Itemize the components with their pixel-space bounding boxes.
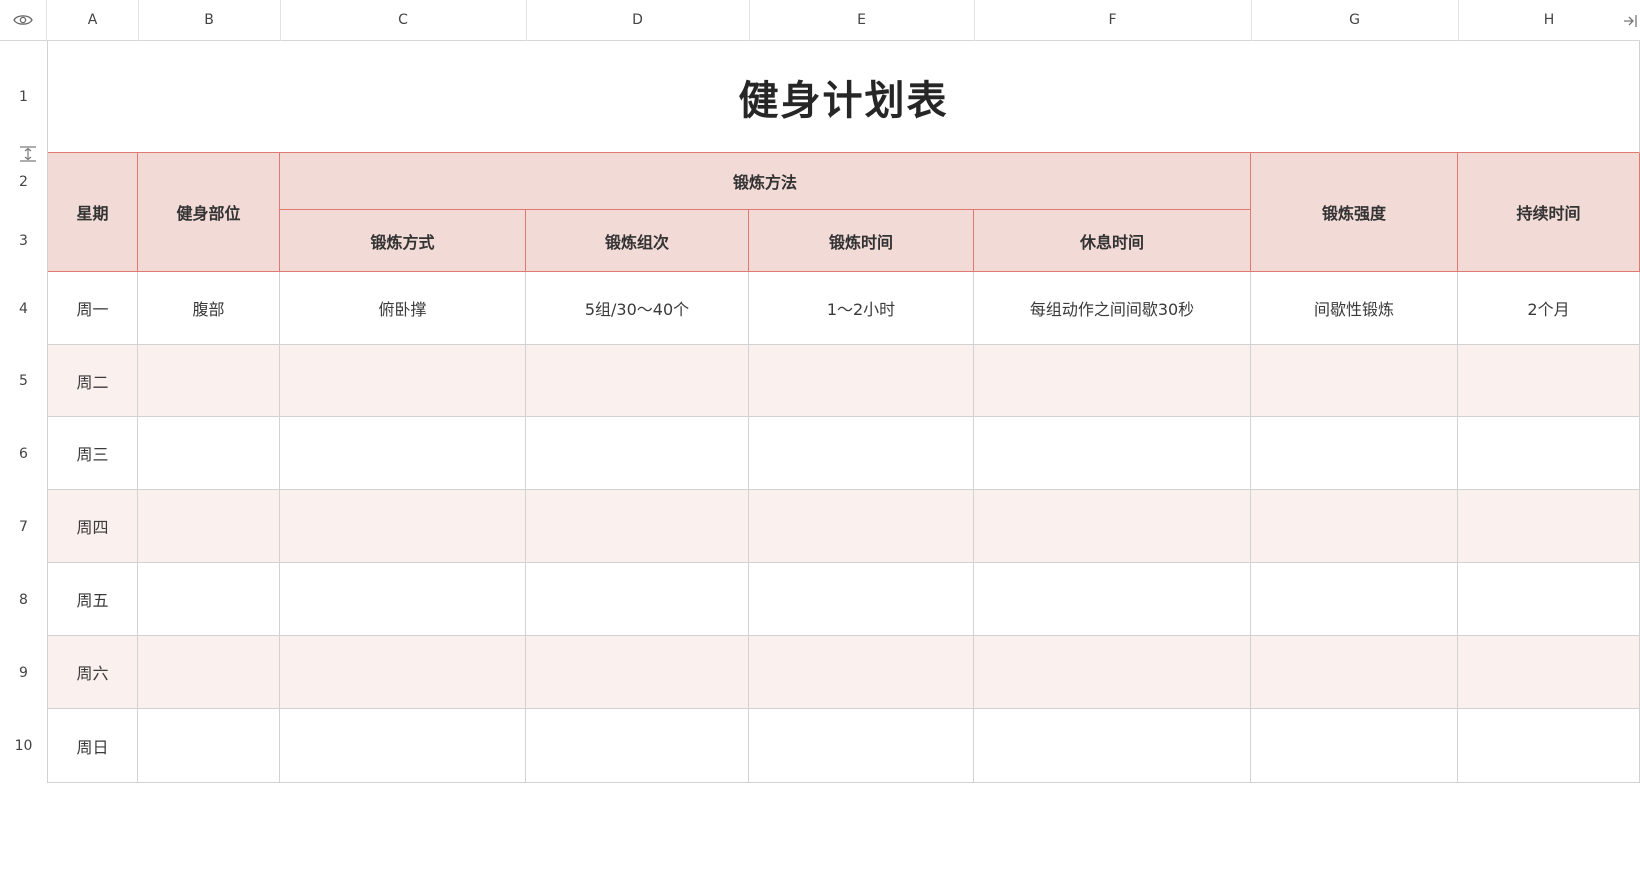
corner-cell[interactable]	[0, 0, 47, 41]
cell-empty[interactable]	[749, 636, 974, 709]
cell-empty[interactable]	[280, 563, 526, 636]
row-resize-icon[interactable]	[18, 145, 38, 163]
header-intensity[interactable]: 锻炼强度	[1251, 153, 1458, 272]
cell-empty[interactable]	[974, 563, 1251, 636]
cell-empty[interactable]	[138, 563, 280, 636]
column-header-b[interactable]: B	[138, 0, 280, 41]
cell-empty[interactable]	[749, 345, 974, 417]
column-divider	[974, 0, 975, 41]
eye-icon[interactable]	[13, 13, 33, 27]
cell-empty[interactable]	[749, 490, 974, 563]
row-header-1[interactable]: 1	[0, 41, 47, 153]
cell-empty[interactable]	[1458, 490, 1640, 563]
cell-day[interactable]: 周日	[48, 709, 138, 783]
header-body-part[interactable]: 健身部位	[138, 153, 280, 272]
cell-empty[interactable]	[1458, 709, 1640, 783]
row-header-10[interactable]: 10	[0, 709, 47, 783]
cell-empty[interactable]	[280, 490, 526, 563]
cell-empty[interactable]	[138, 636, 280, 709]
cell-empty[interactable]	[526, 490, 749, 563]
column-header-h[interactable]: H	[1458, 0, 1640, 41]
cell-rest[interactable]: 每组动作之间间歇30秒	[974, 272, 1251, 345]
cell-empty[interactable]	[1251, 490, 1458, 563]
column-divider	[1458, 0, 1459, 41]
cell-empty[interactable]	[138, 345, 280, 417]
cell-empty[interactable]	[749, 709, 974, 783]
cell-empty[interactable]	[1251, 417, 1458, 490]
column-header-c[interactable]: C	[280, 0, 526, 41]
cell-empty[interactable]	[1251, 636, 1458, 709]
column-divider	[280, 0, 281, 41]
header-method[interactable]: 锻炼方式	[280, 210, 526, 272]
cell-empty[interactable]	[138, 490, 280, 563]
column-header-g[interactable]: G	[1251, 0, 1458, 41]
cell-empty[interactable]	[974, 417, 1251, 490]
cell-empty[interactable]	[974, 636, 1251, 709]
cell-empty[interactable]	[526, 417, 749, 490]
header-method-group[interactable]: 锻炼方法	[280, 153, 1251, 210]
cell-method[interactable]: 俯卧撑	[280, 272, 526, 345]
cell-day[interactable]: 周一	[48, 272, 138, 345]
cell-time[interactable]: 1～2小时	[749, 272, 974, 345]
cell-day[interactable]: 周二	[48, 345, 138, 417]
cell-sets[interactable]: 5组/30～40个	[526, 272, 749, 345]
cell-empty[interactable]	[526, 563, 749, 636]
header-time[interactable]: 锻炼时间	[749, 210, 974, 272]
cell-body-part[interactable]: 腹部	[138, 272, 280, 345]
cell-empty[interactable]	[749, 563, 974, 636]
cell-day[interactable]: 周四	[48, 490, 138, 563]
header-sets[interactable]: 锻炼组次	[526, 210, 749, 272]
cell-empty[interactable]	[526, 636, 749, 709]
cell-empty[interactable]	[974, 490, 1251, 563]
column-divider	[1251, 0, 1252, 41]
cell-empty[interactable]	[749, 417, 974, 490]
cell-empty[interactable]	[1251, 709, 1458, 783]
cell-empty[interactable]	[1458, 345, 1640, 417]
sheet-title[interactable]: 健身计划表	[48, 41, 1640, 153]
cell-empty[interactable]	[138, 417, 280, 490]
row-header-7[interactable]: 7	[0, 490, 47, 563]
row-header-6[interactable]: 6	[0, 417, 47, 490]
cell-day[interactable]: 周五	[48, 563, 138, 636]
row-header-9[interactable]: 9	[0, 636, 47, 709]
collapse-panel-icon[interactable]	[1622, 12, 1640, 30]
column-divider	[138, 0, 139, 41]
header-day[interactable]: 星期	[48, 153, 138, 272]
cell-empty[interactable]	[974, 709, 1251, 783]
cell-empty[interactable]	[1458, 636, 1640, 709]
cell-duration[interactable]: 2个月	[1458, 272, 1640, 345]
column-divider	[526, 0, 527, 41]
column-header-a[interactable]: A	[47, 0, 138, 41]
column-header-e[interactable]: E	[749, 0, 974, 41]
header-duration[interactable]: 持续时间	[1458, 153, 1640, 272]
cell-intensity[interactable]: 间歇性锻炼	[1251, 272, 1458, 345]
cell-empty[interactable]	[526, 709, 749, 783]
cell-empty[interactable]	[974, 345, 1251, 417]
column-header-d[interactable]: D	[526, 0, 749, 41]
cell-empty[interactable]	[1458, 563, 1640, 636]
row-header-5[interactable]: 5	[0, 345, 47, 417]
cell-empty[interactable]	[526, 345, 749, 417]
cell-empty[interactable]	[280, 636, 526, 709]
cell-empty[interactable]	[1458, 417, 1640, 490]
cell-empty[interactable]	[1251, 345, 1458, 417]
cell-empty[interactable]	[280, 417, 526, 490]
cell-empty[interactable]	[138, 709, 280, 783]
cell-empty[interactable]	[280, 345, 526, 417]
cell-day[interactable]: 周三	[48, 417, 138, 490]
cell-day[interactable]: 周六	[48, 636, 138, 709]
row-header-3[interactable]: 3	[0, 210, 47, 272]
cell-empty[interactable]	[280, 709, 526, 783]
row-header-4[interactable]: 4	[0, 272, 47, 345]
cell-empty[interactable]	[1251, 563, 1458, 636]
row-header-8[interactable]: 8	[0, 563, 47, 636]
header-rest[interactable]: 休息时间	[974, 210, 1251, 272]
column-header-f[interactable]: F	[974, 0, 1251, 41]
column-divider	[749, 0, 750, 41]
